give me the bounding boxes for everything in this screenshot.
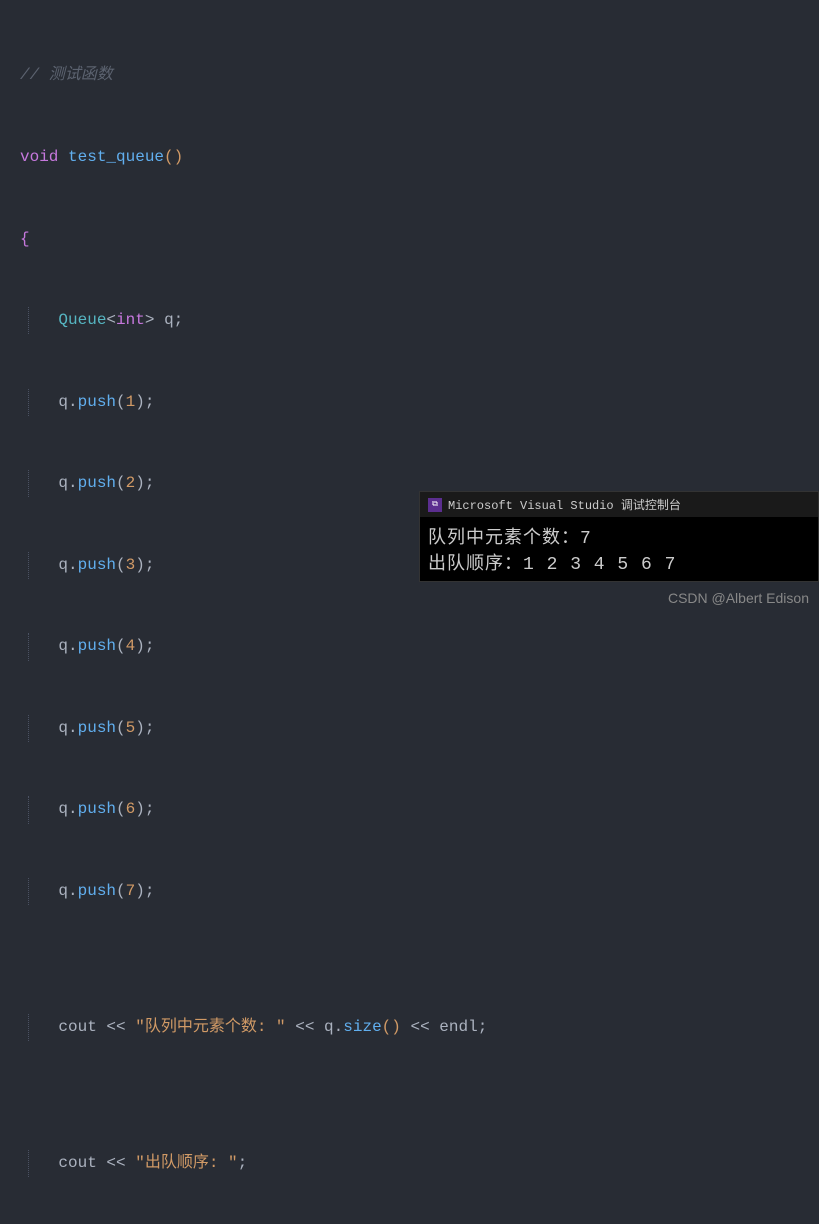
watermark: CSDN @Albert Edison — [668, 590, 809, 606]
code-line: q.push(5); — [0, 715, 819, 742]
code-line: void test_queue() — [0, 144, 819, 171]
code-line: q.push(7); — [0, 878, 819, 905]
vs-icon: ⧉ — [428, 498, 442, 512]
code-line: cout << "出队顺序: "; — [0, 1150, 819, 1177]
code-line: q.push(1); — [0, 389, 819, 416]
console-titlebar[interactable]: ⧉ Microsoft Visual Studio 调试控制台 — [420, 492, 818, 517]
code-line: { — [0, 226, 819, 253]
comment: // 测试函数 — [20, 66, 113, 84]
code-line: q.push(6); — [0, 796, 819, 823]
console-window[interactable]: ⧉ Microsoft Visual Studio 调试控制台 队列中元素个数：… — [419, 491, 819, 582]
code-line: Queue<int> q; — [0, 307, 819, 334]
console-title: Microsoft Visual Studio 调试控制台 — [448, 496, 681, 513]
console-output: 队列中元素个数：7 出队顺序：1 2 3 4 5 6 7 — [420, 517, 818, 581]
code-editor[interactable]: // 测试函数 void test_queue() { Queue<int> q… — [0, 0, 819, 1224]
code-line: q.push(4); — [0, 633, 819, 660]
code-line: // 测试函数 — [0, 62, 819, 89]
code-line: cout << "队列中元素个数: " << q.size() << endl; — [0, 1014, 819, 1041]
